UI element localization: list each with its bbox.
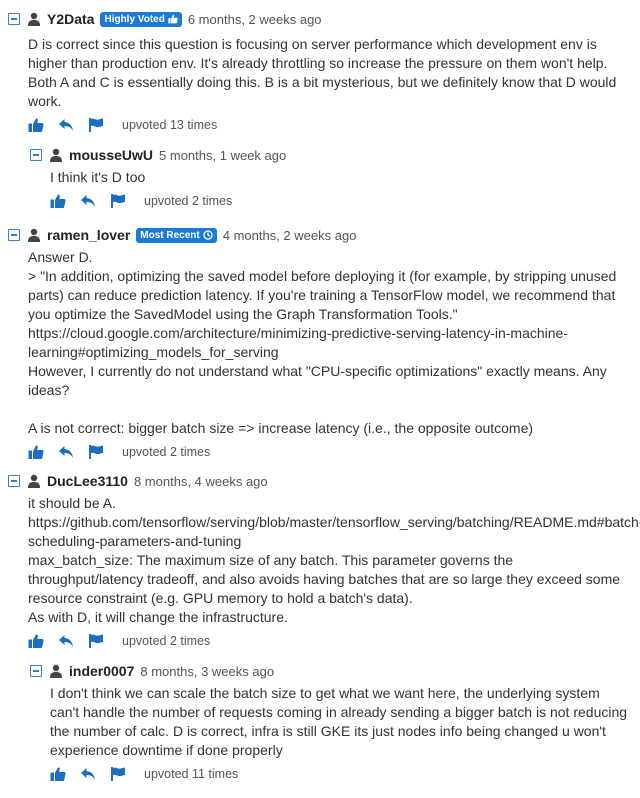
user-icon [27,474,41,488]
upvote-count: upvoted 2 times [122,634,211,648]
reply-icon[interactable] [80,193,96,209]
thumbs-up-icon [168,14,178,24]
collapse-toggle-icon[interactable] [8,475,20,487]
comment-actions: upvoted 2 times [28,442,630,462]
badge-label: Highly Voted [104,13,165,25]
comment-text: Answer D. > "In addition, optimizing the… [28,249,617,436]
comment-timestamp: 5 months, 1 week ago [159,147,287,163]
upvote-count: upvoted 2 times [144,194,233,208]
collapse-toggle-icon[interactable] [8,229,20,241]
username[interactable]: DucLee3110 [47,473,128,489]
upvote-thumbs-up-icon[interactable] [28,117,44,133]
comment-actions: upvoted 11 times [50,764,630,784]
reply-icon[interactable] [58,633,74,649]
username[interactable]: ramen_lover [47,227,130,243]
comment-text: I don't think we can scale the batch siz… [50,685,628,758]
username[interactable]: inder0007 [69,663,134,679]
upvote-thumbs-up-icon[interactable] [28,444,44,460]
comment-header: mousseUwU 5 months, 1 week ago [30,145,630,165]
collapse-toggle-icon[interactable] [30,149,42,161]
comment-timestamp: 8 months, 3 weeks ago [140,663,275,679]
reply-icon[interactable] [80,766,96,782]
comment-header: ramen_lover Most Recent 4 months, 2 week… [8,225,630,245]
comment-actions: upvoted 2 times [50,191,630,211]
report-flag-icon[interactable] [110,193,126,209]
comment-ramen-lover: ramen_lover Most Recent 4 months, 2 week… [8,225,630,462]
badge-label: Most Recent [140,229,200,241]
upvote-thumbs-up-icon[interactable] [28,633,44,649]
comment-text: I think it's D too [50,169,146,185]
report-flag-icon[interactable] [88,117,104,133]
comment-header: inder0007 8 months, 3 weeks ago [30,661,630,681]
upvote-count: upvoted 11 times [144,767,239,781]
upvote-count: upvoted 13 times [122,118,218,132]
comment-actions: upvoted 2 times [28,631,630,651]
comment-mousseuwu: mousseUwU 5 months, 1 week ago I think i… [30,145,630,211]
comment-header: Y2Data Highly Voted 6 months, 2 weeks ag… [8,9,630,29]
username[interactable]: mousseUwU [69,147,153,163]
upvote-count: upvoted 2 times [122,445,211,459]
user-icon [27,228,41,242]
highly-voted-badge: Highly Voted [100,11,182,27]
comment-y2data: Y2Data Highly Voted 6 months, 2 weeks ag… [8,9,630,135]
comment-header: DucLee3110 8 months, 4 weeks ago [8,471,630,491]
report-flag-icon[interactable] [88,444,104,460]
comment-text: it should be A. https://github.com/tenso… [28,495,640,625]
report-flag-icon[interactable] [110,766,126,782]
comment-inder0007: inder0007 8 months, 3 weeks ago I don't … [30,661,630,784]
reply-icon[interactable] [58,444,74,460]
most-recent-badge: Most Recent [136,227,217,243]
comment-timestamp: 6 months, 2 weeks ago [187,11,322,27]
reply-icon[interactable] [58,117,74,133]
user-icon [49,664,63,678]
comment-timestamp: 4 months, 2 weeks ago [222,227,357,243]
upvote-thumbs-up-icon[interactable] [50,766,66,782]
user-icon [49,148,63,162]
comment-text: D is correct since this question is focu… [28,36,617,109]
username[interactable]: Y2Data [47,11,94,27]
comment-actions: upvoted 13 times [28,115,630,135]
comment-duclee3110: DucLee3110 8 months, 4 weeks ago it shou… [8,471,640,651]
clock-icon [203,230,213,240]
comment-timestamp: 8 months, 4 weeks ago [133,473,268,489]
user-icon [27,12,41,26]
upvote-thumbs-up-icon[interactable] [50,193,66,209]
report-flag-icon[interactable] [88,633,104,649]
collapse-toggle-icon[interactable] [8,13,20,25]
collapse-toggle-icon[interactable] [30,665,42,677]
